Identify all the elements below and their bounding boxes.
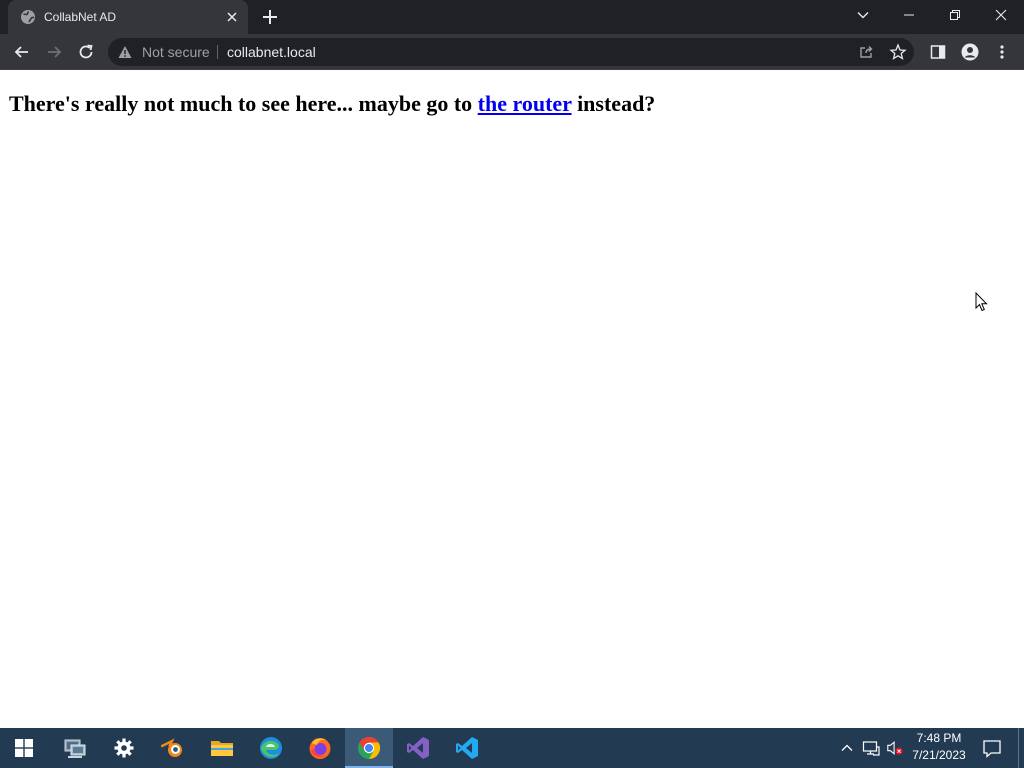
tab-strip: CollabNet AD bbox=[0, 0, 1024, 34]
security-label[interactable]: Not secure bbox=[142, 38, 210, 66]
restore-icon bbox=[950, 10, 960, 20]
taskbar-app-edge[interactable] bbox=[247, 728, 295, 768]
vscode-icon bbox=[456, 737, 478, 759]
clock-date: 7/21/2023 bbox=[912, 748, 966, 762]
warning-icon[interactable] bbox=[118, 45, 132, 59]
browser-toolbar: Not secure collabnet.local bbox=[0, 34, 1024, 70]
profile-avatar-icon bbox=[961, 43, 979, 61]
network-icon bbox=[862, 741, 880, 756]
mouse-pointer-icon bbox=[975, 292, 988, 312]
volume-muted-icon bbox=[887, 740, 903, 756]
taskbar-app-chrome[interactable] bbox=[345, 728, 393, 768]
bookmark-star-icon[interactable] bbox=[889, 43, 907, 61]
heading-text-before: There's really not much to see here... m… bbox=[9, 91, 478, 116]
chrome-icon bbox=[358, 737, 381, 759]
side-panel-icon bbox=[930, 45, 946, 59]
close-icon bbox=[995, 9, 1007, 21]
back-arrow-icon bbox=[14, 46, 28, 58]
browser-tab[interactable]: CollabNet AD bbox=[8, 0, 248, 34]
router-link[interactable]: the router bbox=[478, 91, 572, 116]
reload-icon bbox=[79, 44, 93, 59]
share-icon[interactable] bbox=[857, 43, 875, 61]
side-panel-button[interactable] bbox=[926, 40, 950, 64]
close-window-button[interactable] bbox=[978, 0, 1024, 30]
tab-title: CollabNet AD bbox=[44, 10, 117, 24]
restore-button[interactable] bbox=[932, 0, 978, 30]
show-desktop-button[interactable] bbox=[1018, 728, 1019, 768]
globe-icon bbox=[21, 10, 35, 24]
system-clock[interactable]: 7:48 PM 7/21/2023 bbox=[906, 730, 972, 766]
network-status-button[interactable] bbox=[862, 739, 880, 757]
forward-button[interactable] bbox=[42, 40, 66, 64]
url-text[interactable]: collabnet.local bbox=[227, 38, 316, 66]
taskbar-app-network-admin[interactable] bbox=[51, 728, 99, 768]
reload-button[interactable] bbox=[74, 40, 98, 64]
gear-icon bbox=[114, 738, 134, 758]
firefox-icon bbox=[309, 738, 331, 759]
taskbar-app-settings[interactable] bbox=[100, 728, 148, 768]
windows-logo-icon bbox=[15, 739, 33, 757]
minimize-icon bbox=[904, 14, 914, 16]
start-button[interactable] bbox=[0, 728, 48, 768]
kebab-menu-icon bbox=[1000, 45, 1004, 59]
back-button[interactable] bbox=[10, 40, 34, 64]
close-tab-icon[interactable] bbox=[224, 9, 240, 25]
network-computers-icon bbox=[64, 739, 86, 758]
profile-button[interactable] bbox=[958, 40, 982, 64]
visual-studio-icon bbox=[407, 737, 429, 759]
chevron-down-icon bbox=[857, 12, 869, 19]
new-tab-icon[interactable] bbox=[260, 7, 280, 27]
forward-arrow-icon bbox=[48, 46, 62, 58]
blender-icon bbox=[161, 738, 182, 757]
page-heading: There's really not much to see here... m… bbox=[9, 91, 655, 117]
taskbar-app-file-explorer[interactable] bbox=[198, 728, 246, 768]
chevron-up-icon bbox=[841, 744, 853, 751]
taskbar-app-visual-studio[interactable] bbox=[394, 728, 442, 768]
taskbar-app-firefox[interactable] bbox=[296, 728, 344, 768]
folder-icon bbox=[211, 741, 233, 756]
address-bar[interactable]: Not secure collabnet.local bbox=[108, 38, 914, 66]
taskbar: 7:48 PM 7/21/2023 bbox=[0, 728, 1024, 768]
volume-button[interactable] bbox=[886, 739, 904, 757]
taskbar-app-vscode[interactable] bbox=[443, 728, 491, 768]
omnibox-divider bbox=[217, 45, 218, 59]
tab-search-button[interactable] bbox=[840, 0, 886, 30]
minimize-button[interactable] bbox=[886, 0, 932, 30]
notification-center-icon[interactable] bbox=[982, 738, 1002, 758]
menu-button[interactable] bbox=[990, 40, 1014, 64]
taskbar-app-blender[interactable] bbox=[149, 728, 197, 768]
show-hidden-icons-button[interactable] bbox=[838, 739, 856, 757]
page-content: There's really not much to see here... m… bbox=[0, 70, 1024, 728]
clock-time: 7:48 PM bbox=[916, 731, 962, 745]
edge-icon bbox=[260, 737, 282, 759]
heading-text-after: instead? bbox=[571, 91, 656, 116]
